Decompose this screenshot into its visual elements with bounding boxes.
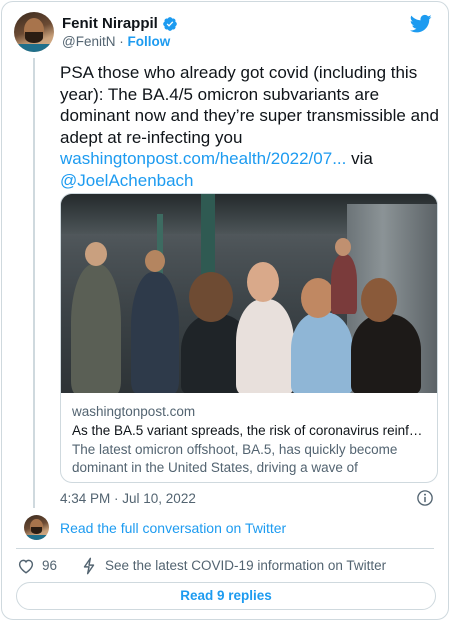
actions-divider [16, 548, 434, 549]
author-display-name[interactable]: Fenit Nirappil [62, 15, 158, 32]
tweet-article-link[interactable]: washingtonpost.com/health/2022/07... [60, 149, 346, 168]
follow-link[interactable]: Follow [127, 34, 170, 49]
link-card-domain: washingtonpost.com [72, 404, 196, 419]
verified-badge-icon [163, 16, 177, 31]
read-conversation-link[interactable]: Read the full conversation on Twitter [60, 520, 286, 536]
author-avatar[interactable] [14, 12, 54, 52]
tweet-embed-card: Fenit Nirappil @FenitN · Follow PSA thos… [1, 1, 449, 620]
article-photo [61, 194, 437, 393]
link-card-description: The latest omicron offshoot, BA.5, has q… [72, 442, 398, 475]
conversation-avatar [24, 515, 49, 540]
tweet-via: via [351, 149, 373, 168]
tweet-mention-link[interactable]: @JoelAchenbach [60, 171, 194, 190]
covid-info-link[interactable]: See the latest COVID-19 information on T… [105, 558, 386, 573]
tweet-timestamp[interactable]: 4:34 PM · Jul 10, 2022 [60, 491, 196, 506]
tweet-text: PSA those who already got covid (includi… [60, 62, 440, 191]
twitter-bird-icon[interactable] [410, 14, 432, 34]
link-card-title: As the BA.5 variant spreads, the risk of… [72, 423, 428, 438]
lightning-bolt-icon [83, 557, 95, 575]
link-preview-card[interactable]: washingtonpost.com As the BA.5 variant s… [60, 193, 438, 483]
thread-line [33, 58, 35, 508]
handle-separator: · [115, 34, 128, 49]
like-count: 96 [42, 558, 58, 573]
tweet-body: PSA those who already got covid (includi… [60, 63, 439, 147]
author-handle-row: @FenitN · Follow [62, 34, 170, 49]
heart-icon[interactable] [17, 557, 35, 575]
author-handle[interactable]: @FenitN [62, 34, 115, 49]
read-replies-button[interactable]: Read 9 replies [16, 582, 436, 610]
info-icon[interactable] [416, 489, 434, 507]
author-name-row[interactable]: Fenit Nirappil [62, 15, 178, 32]
